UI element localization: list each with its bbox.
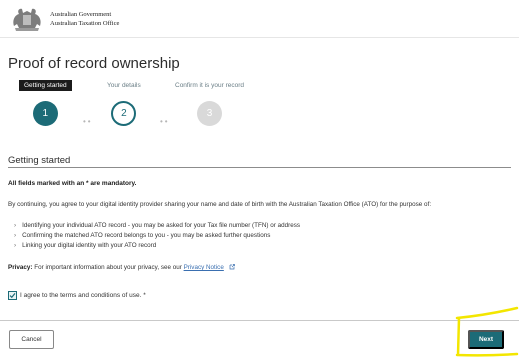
checkmark-icon [9,293,16,299]
privacy-notice-link[interactable]: Privacy Notice [184,264,224,271]
list-item: Linking your digital identity with your … [14,241,300,251]
step-connector: •• [83,117,93,126]
progress-stepper: Getting started 1 •• Your details 2 •• C… [8,80,308,134]
step-getting-started: Getting started 1 [19,80,72,126]
gov-line-1: Australian Government [50,11,112,18]
page-title: Proof of record ownership [8,55,180,72]
section-title: Getting started [8,155,71,166]
consent-intro: By continuing, you agree to your digital… [8,201,432,208]
step-3-label: Confirm it is your record [175,82,244,89]
gov-line-2: Australian Taxation Office [50,20,120,27]
step-1-label: Getting started [19,80,72,91]
privacy-text: For important information about your pri… [34,264,182,271]
step-1-circle: 1 [32,101,58,126]
list-item: Identifying your individual ATO record -… [14,221,300,231]
agree-terms[interactable]: I agree to the terms and conditions of u… [8,291,146,300]
list-item: Confirming the matched ATO record belong… [14,231,300,241]
consent-list: Identifying your individual ATO record -… [14,221,300,251]
external-link-icon [229,264,235,270]
step-3-circle: 3 [197,101,222,126]
step-confirm-record: Confirm it is your record 3 [175,80,244,126]
section-divider [8,167,511,168]
privacy-label: Privacy: [8,264,33,271]
privacy-statement: Privacy: For important information about… [8,264,235,271]
step-your-details: Your details 2 [107,80,141,126]
site-header: Australian Government Australian Taxatio… [0,0,519,38]
step-connector: •• [160,117,170,126]
agree-label: I agree to the terms and conditions of u… [20,292,146,299]
footer-divider [0,320,519,321]
mandatory-note: All fields marked with an * are mandator… [8,180,137,187]
step-2-circle: 2 [111,101,137,126]
step-2-label: Your details [107,82,141,89]
cancel-button[interactable]: Cancel [9,330,54,349]
coat-of-arms-icon [13,8,41,31]
government-wordmark: Australian Government Australian Taxatio… [50,10,119,28]
highlight-annotation [455,306,519,357]
agree-checkbox[interactable] [8,291,17,300]
next-button[interactable]: Next [468,330,504,349]
